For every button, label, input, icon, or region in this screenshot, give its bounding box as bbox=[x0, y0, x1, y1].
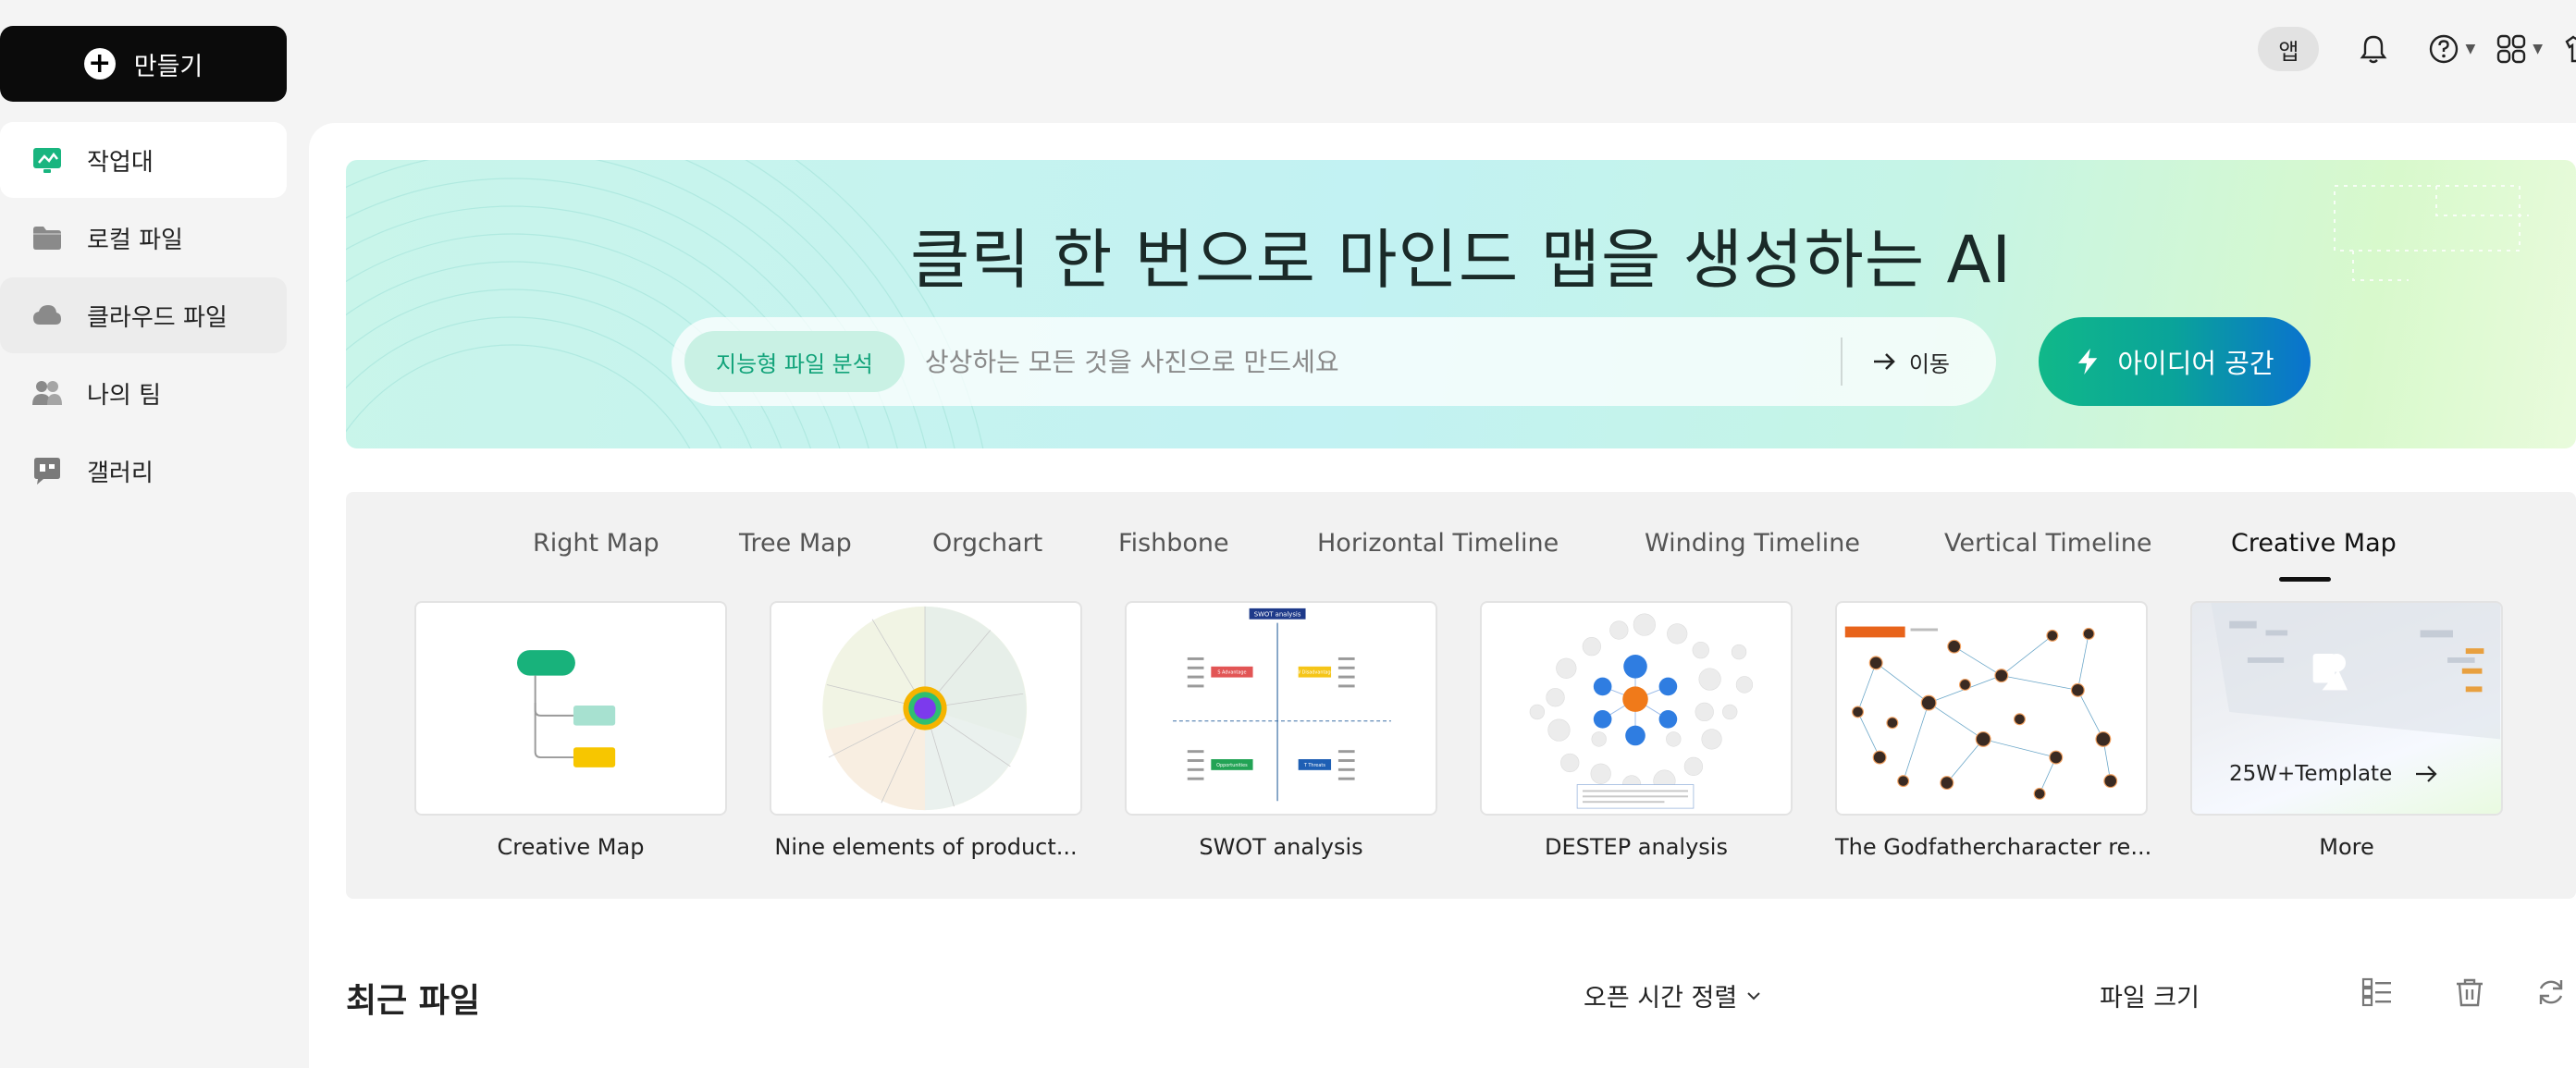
top-toolbar: 앱 ▼ ▼ bbox=[2258, 26, 2576, 72]
template-card-label: The Godfathercharacter re... bbox=[1835, 834, 2152, 860]
theme-button[interactable] bbox=[2563, 33, 2576, 65]
template-card-more[interactable]: 25W+Template bbox=[2190, 601, 2503, 816]
swot-strength-label: S Advantage bbox=[1217, 670, 1246, 676]
go-button-label: 이동 bbox=[1908, 350, 1950, 377]
template-panel: Right Map Tree Map Orgchart Fishbone Hor… bbox=[346, 492, 2576, 899]
apps-button[interactable]: ▼ bbox=[2496, 33, 2543, 65]
sort-label: 오픈 시간 정렬 bbox=[1584, 984, 1738, 1013]
ai-search-bar: 지능형 파일 분석 이동 bbox=[672, 317, 1996, 406]
file-size-column-label[interactable]: 파일 크기 bbox=[2100, 977, 2200, 1013]
active-tab-indicator bbox=[2279, 577, 2331, 582]
help-button[interactable]: ▼ bbox=[2428, 33, 2475, 65]
sidebar-item-label: 갤러리 bbox=[87, 459, 154, 487]
create-button[interactable]: + 만들기 bbox=[0, 26, 287, 102]
chevron-down-icon: ▼ bbox=[2465, 42, 2476, 56]
sort-by-open-time-dropdown[interactable]: 오픈 시간 정렬 bbox=[1584, 977, 1763, 1013]
workbench-icon bbox=[33, 148, 61, 173]
sidebar-item-workbench[interactable]: 작업대 bbox=[0, 122, 287, 198]
idea-space-button[interactable]: 아이디어 공간 bbox=[2039, 317, 2311, 406]
sidebar-item-my-team[interactable]: 나의 팀 bbox=[0, 355, 287, 431]
tab-creative-map[interactable]: Creative Map bbox=[2231, 529, 2397, 558]
template-card-swot[interactable]: SWOT analysis S Advantage W Disadvantage… bbox=[1125, 601, 1437, 816]
creative-map-thumbnail bbox=[517, 650, 616, 767]
go-button[interactable]: 이동 bbox=[1843, 346, 1996, 378]
apps-grid-icon bbox=[2497, 34, 2526, 64]
team-icon bbox=[32, 381, 62, 405]
trash-icon[interactable] bbox=[2453, 976, 2486, 1009]
help-icon bbox=[2430, 34, 2459, 64]
sidebar-item-label: 나의 팀 bbox=[87, 381, 162, 410]
tab-vertical-timeline[interactable]: Vertical Timeline bbox=[1944, 529, 2151, 558]
bell-icon bbox=[2360, 35, 2387, 64]
template-card-label: Nine elements of product... bbox=[774, 834, 1078, 860]
template-card-label: Creative Map bbox=[497, 834, 645, 860]
shirt-icon bbox=[2565, 35, 2576, 63]
hero-title: 클릭 한 번으로 마인드 맵을 생성하는 AI bbox=[909, 222, 2013, 298]
refresh-icon[interactable] bbox=[2534, 976, 2568, 1009]
sidebar-item-label: 클라우드 파일 bbox=[87, 303, 228, 332]
swot-weakness-label: W Disadvantage bbox=[1296, 670, 1333, 676]
swot-thumbnail: SWOT analysis S Advantage W Disadvantage… bbox=[1173, 608, 1391, 802]
template-card-label: More bbox=[2319, 834, 2374, 860]
lightning-icon bbox=[2078, 349, 2098, 374]
create-button-label: 만들기 bbox=[133, 52, 203, 81]
swot-threat-label: T Threats bbox=[1303, 763, 1326, 768]
recent-files-title: 최근 파일 bbox=[346, 982, 481, 1020]
swot-title: SWOT analysis bbox=[1254, 611, 1301, 619]
sidebar-item-cloud-files[interactable]: 클라우드 파일 bbox=[0, 277, 287, 353]
arrow-right-icon bbox=[1873, 353, 1895, 370]
template-card-godfather[interactable] bbox=[1835, 601, 2148, 816]
template-count-label: 25W+Template bbox=[2229, 762, 2393, 786]
tab-tree-map[interactable]: Tree Map bbox=[739, 529, 852, 558]
plus-icon: + bbox=[83, 48, 116, 80]
template-card-destep[interactable] bbox=[1480, 601, 1793, 816]
tab-orgchart[interactable]: Orgchart bbox=[932, 529, 1042, 558]
folder-icon bbox=[33, 227, 61, 250]
chevron-down-icon: ▼ bbox=[2533, 42, 2543, 56]
sidebar-item-gallery[interactable]: 갤러리 bbox=[0, 433, 287, 509]
template-card-label: SWOT analysis bbox=[1199, 834, 1363, 860]
more-templates-link: 25W+Template bbox=[2229, 760, 2440, 788]
sidebar-item-label: 로컬 파일 bbox=[87, 226, 183, 254]
template-card-creative-map[interactable] bbox=[414, 601, 727, 816]
idea-space-label: 아이디어 공간 bbox=[2117, 348, 2274, 379]
chevron-down-icon bbox=[1747, 991, 1760, 1000]
gallery-icon bbox=[34, 458, 60, 485]
cloud-icon bbox=[33, 305, 61, 325]
main-panel: 클릭 한 번으로 마인드 맵을 생성하는 AI 지능형 파일 분석 이동 아이디… bbox=[309, 123, 2576, 1068]
swot-opportunity-label: Opportunities bbox=[1216, 763, 1248, 768]
ai-prompt-input[interactable] bbox=[904, 331, 1841, 392]
template-tabs: Right Map Tree Map Orgchart Fishbone Hor… bbox=[346, 529, 2576, 584]
list-view-icon[interactable] bbox=[2360, 976, 2394, 1009]
arrow-right-icon bbox=[2416, 766, 2437, 782]
sidebar-item-label: 작업대 bbox=[87, 148, 154, 177]
tab-winding-timeline[interactable]: Winding Timeline bbox=[1645, 529, 1860, 558]
tab-fishbone[interactable]: Fishbone bbox=[1118, 529, 1229, 558]
smart-file-analysis-button[interactable]: 지능형 파일 분석 bbox=[684, 331, 905, 392]
godfather-thumbnail bbox=[1844, 626, 2118, 800]
destep-thumbnail bbox=[1529, 613, 1754, 809]
nine-elements-thumbnail bbox=[822, 606, 1028, 811]
tab-right-map[interactable]: Right Map bbox=[533, 529, 659, 558]
template-card-label: DESTEP analysis bbox=[1545, 834, 1728, 860]
tab-horizontal-timeline[interactable]: Horizontal Timeline bbox=[1317, 529, 1559, 558]
ai-hero-banner: 클릭 한 번으로 마인드 맵을 생성하는 AI 지능형 파일 분석 이동 아이디… bbox=[346, 160, 2576, 448]
notifications-button[interactable] bbox=[2358, 33, 2389, 65]
app-button[interactable]: 앱 bbox=[2258, 27, 2320, 71]
template-card-nine-elements[interactable] bbox=[770, 601, 1082, 816]
sidebar-item-local-files[interactable]: 로컬 파일 bbox=[0, 200, 287, 276]
